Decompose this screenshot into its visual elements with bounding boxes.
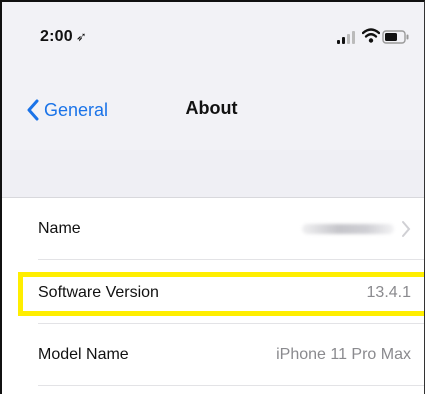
battery-icon [382, 30, 409, 44]
wifi-icon [362, 28, 380, 43]
phone-screen: 2:00 ➶ General About Name Software Versi… [0, 0, 425, 394]
name-value-obscured [302, 224, 394, 234]
highlight-box [18, 272, 424, 316]
chevron-right-icon [402, 221, 411, 237]
row-label: Model Name [38, 346, 129, 363]
group-separator [2, 150, 424, 198]
row-model-name: Model Name iPhone 11 Pro Max [2, 324, 424, 386]
page-title-text: About [185, 98, 238, 118]
location-arrow-icon: ➶ [75, 29, 87, 44]
status-icons [336, 26, 416, 46]
page-title: About [2, 98, 424, 119]
signal-icon [337, 31, 355, 44]
status-time-text: 2:00 [40, 28, 73, 45]
row-value: iPhone 11 Pro Max [276, 346, 411, 363]
row-name[interactable]: Name [2, 198, 424, 260]
status-time: 2:00 ➶ [40, 28, 87, 46]
row-label: Name [38, 220, 81, 237]
row-divider [38, 385, 424, 386]
header-area [2, 2, 424, 152]
row-divider [38, 259, 424, 260]
